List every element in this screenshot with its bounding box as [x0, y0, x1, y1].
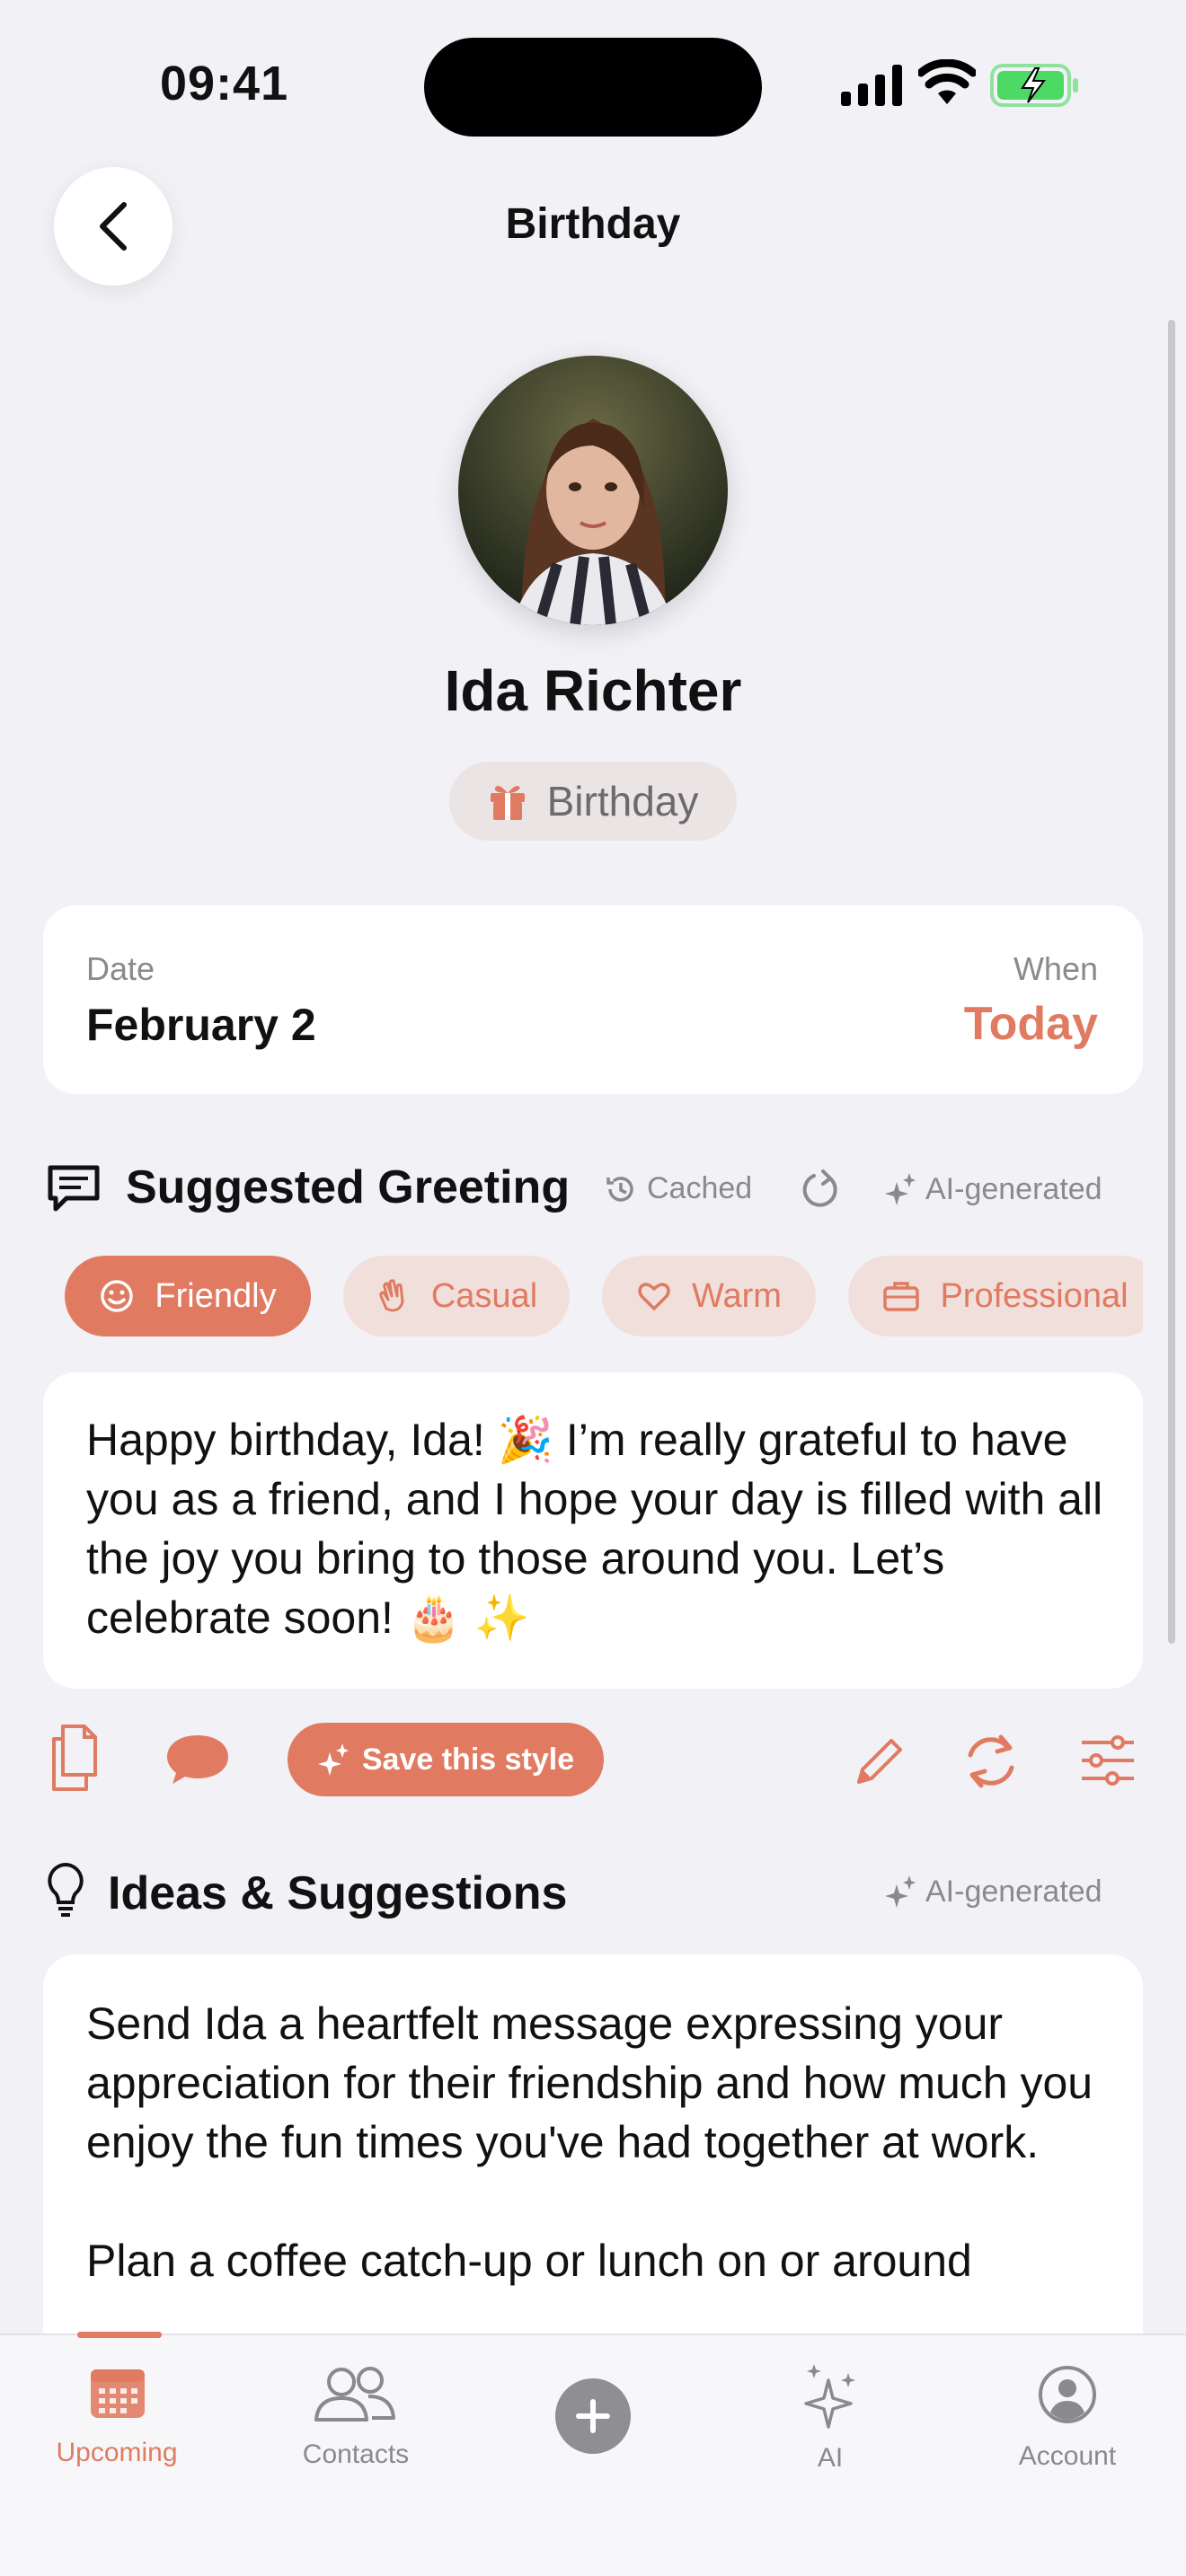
greeting-section-title: Suggested Greeting	[126, 1161, 571, 1213]
save-style-label: Save this style	[361, 1742, 575, 1777]
tab-upcoming[interactable]: Upcoming	[9, 2360, 225, 2486]
date-value: February 2	[86, 1000, 316, 1050]
sparkles-icon	[885, 1173, 916, 1205]
lightbulb-icon	[48, 1862, 84, 1917]
tab-ai[interactable]: AI	[722, 2360, 938, 2486]
clock-history-icon	[606, 1176, 633, 1202]
add-button[interactable]	[555, 2378, 631, 2454]
person-circle-icon	[1039, 2366, 1096, 2423]
scrollbar[interactable]	[1168, 320, 1175, 1644]
sparkles-icon	[317, 1743, 349, 1776]
save-style-button[interactable]: Save this style	[288, 1723, 604, 1796]
avatar	[458, 356, 728, 625]
tab-label: Account	[1018, 2441, 1117, 2471]
cached-indicator: Cached	[604, 1171, 752, 1206]
dynamic-island	[424, 38, 762, 137]
tone-chip-casual[interactable]: Casual	[343, 1256, 570, 1337]
heart-icon	[638, 1283, 670, 1310]
event-type-label: Birthday	[546, 778, 699, 825]
tab-label: AI	[817, 2443, 844, 2473]
pencil-icon[interactable]	[852, 1735, 906, 1789]
ai-generated-badge: AI-generated	[884, 1171, 1102, 1207]
date-label: Date	[86, 950, 155, 987]
greeting-text[interactable]: Happy birthday, Ida! 🎉 I’m really gratef…	[86, 1410, 1111, 1647]
tone-chip-row: Friendly Casual Warm Professional	[43, 1239, 1143, 1356]
ai-generated-badge: AI-generated	[884, 1874, 1102, 1910]
smile-icon	[101, 1280, 134, 1312]
people-icon	[314, 2367, 395, 2422]
cached-label: Cached	[647, 1171, 753, 1205]
tone-chip-friendly[interactable]: Friendly	[65, 1256, 311, 1337]
page-title: Birthday	[505, 200, 681, 248]
message-icon	[48, 1165, 100, 1212]
contact-name: Ida Richter	[444, 658, 742, 723]
event-type-badge: Birthday	[449, 762, 737, 841]
refresh-icon[interactable]	[798, 1168, 843, 1213]
wifi-icon	[918, 59, 976, 104]
tab-label: Contacts	[302, 2439, 410, 2469]
gift-icon	[490, 786, 525, 820]
ideas-section-title: Ideas & Suggestions	[108, 1867, 568, 1919]
tab-label: Upcoming	[56, 2438, 178, 2467]
tone-label: Professional	[940, 1276, 1128, 1315]
cellular-signal-icon	[841, 65, 902, 106]
tab-contacts[interactable]: Contacts	[248, 2360, 464, 2486]
sparkles-icon	[804, 2364, 855, 2429]
when-value: Today	[963, 998, 1098, 1050]
battery-charging-icon	[990, 64, 1078, 107]
tone-chip-professional[interactable]: Professional	[848, 1256, 1143, 1337]
tab-account[interactable]: Account	[960, 2360, 1175, 2486]
ai-generated-label: AI-generated	[925, 1874, 1102, 1909]
active-tab-indicator	[77, 2332, 162, 2338]
sliders-icon[interactable]	[1078, 1734, 1137, 1787]
wave-hand-icon	[379, 1279, 404, 1312]
when-label: When	[1013, 950, 1098, 987]
plus-icon	[576, 2399, 610, 2433]
message-bubble-icon[interactable]	[165, 1732, 230, 1787]
status-time: 09:41	[160, 57, 289, 110]
copy-icon[interactable]	[47, 1723, 106, 1795]
briefcase-icon	[883, 1282, 920, 1311]
tone-label: Casual	[430, 1276, 538, 1315]
sparkles-icon	[885, 1875, 916, 1908]
regenerate-icon[interactable]	[960, 1730, 1022, 1793]
tone-label: Friendly	[155, 1276, 277, 1315]
calendar-icon	[91, 2369, 145, 2418]
ai-generated-label: AI-generated	[925, 1171, 1102, 1206]
ideas-text: Send Ida a heartfelt message expressing …	[86, 1998, 1093, 2286]
tone-label: Warm	[692, 1276, 782, 1315]
tone-chip-warm[interactable]: Warm	[602, 1256, 816, 1337]
